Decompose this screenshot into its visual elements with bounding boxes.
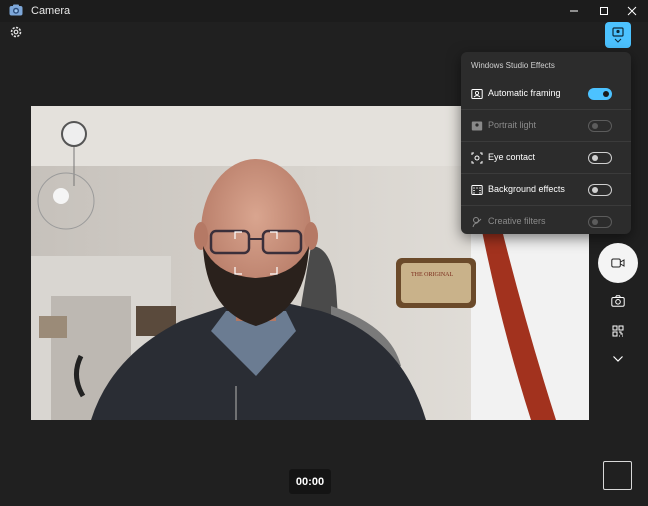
setting-automatic-framing: Automatic framing <box>461 78 631 110</box>
setting-label: Creative filters <box>488 216 546 226</box>
creative-filters-icon <box>472 217 482 228</box>
photo-mode-button[interactable] <box>610 293 626 309</box>
setting-label: Background effects <box>488 184 565 194</box>
studio-effects-panel: Windows Studio Effects Automatic framing… <box>461 52 631 234</box>
minimize-icon <box>570 10 578 12</box>
chevron-down-icon <box>613 356 623 362</box>
setting-background-effects: Background effects <box>461 174 631 206</box>
portrait-light-icon <box>471 121 483 131</box>
eye-contact-toggle[interactable] <box>588 152 612 164</box>
close-icon <box>627 6 637 16</box>
qr-code-icon <box>612 325 624 337</box>
maximize-icon <box>600 7 608 15</box>
background-effects-icon <box>471 185 483 195</box>
gear-icon <box>10 26 22 38</box>
record-video-button[interactable] <box>598 243 638 283</box>
setting-portrait-light: Portrait light <box>461 110 631 142</box>
studio-effects-button[interactable] <box>605 22 631 48</box>
minimize-button[interactable] <box>558 0 590 22</box>
qr-code-mode-button[interactable] <box>610 323 626 339</box>
setting-label: Portrait light <box>488 120 537 130</box>
setting-creative-filters: Creative filters <box>461 206 631 238</box>
effects-icon <box>612 27 624 37</box>
chevron-down-icon <box>614 38 622 43</box>
video-camera-icon <box>611 258 625 268</box>
portrait-light-toggle <box>588 120 612 132</box>
camera-app-icon <box>9 4 23 16</box>
creative-filters-toggle <box>588 216 612 228</box>
setting-eye-contact: Eye contact <box>461 142 631 174</box>
settings-button[interactable] <box>8 24 24 40</box>
eye-contact-icon <box>471 152 483 164</box>
camera-icon <box>611 295 625 307</box>
window-title: Camera <box>31 5 71 17</box>
gallery-thumbnail-button[interactable] <box>603 461 632 490</box>
title-bar: Camera <box>0 0 648 22</box>
setting-label: Eye contact <box>488 152 536 162</box>
panel-title: Windows Studio Effects <box>471 61 555 70</box>
more-modes-button[interactable] <box>610 351 626 367</box>
recording-timer: 00:00 <box>289 469 331 494</box>
background-effects-toggle[interactable] <box>588 184 612 196</box>
automatic-framing-toggle[interactable] <box>588 88 612 100</box>
svg-text:THE ORIGINAL: THE ORIGINAL <box>411 272 453 278</box>
framing-icon <box>471 89 483 99</box>
setting-label: Automatic framing <box>488 88 561 98</box>
close-button[interactable] <box>616 0 648 22</box>
